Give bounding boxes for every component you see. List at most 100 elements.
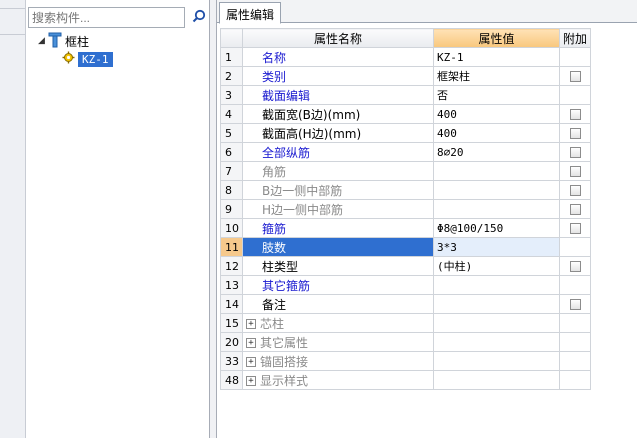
panel-splitter[interactable]	[210, 0, 217, 438]
property-row[interactable]: 12 柱类型 (中柱)	[220, 256, 592, 276]
extra-cell[interactable]	[558, 123, 592, 143]
property-row[interactable]: 33 + 锚固搭接	[220, 351, 592, 371]
property-row[interactable]: 20 + 其它属性	[220, 332, 592, 352]
property-name: 芯柱	[260, 316, 285, 331]
property-name-cell[interactable]: 截面宽(B边)(mm)	[242, 104, 434, 124]
property-row[interactable]: 7 角筋	[220, 161, 592, 181]
property-value-cell[interactable]: 否	[433, 85, 560, 105]
property-name-cell[interactable]: B边一侧中部筋	[242, 180, 434, 200]
extra-cell[interactable]	[558, 142, 592, 162]
property-value-cell[interactable]	[433, 351, 560, 371]
extra-checkbox[interactable]	[569, 261, 581, 272]
property-name-cell[interactable]: + 显示样式	[242, 370, 434, 390]
extra-checkbox[interactable]	[569, 109, 581, 120]
property-row[interactable]: 10 箍筋 Φ8@100/150	[220, 218, 592, 238]
expand-plus-icon[interactable]: +	[246, 319, 256, 329]
property-value-cell[interactable]	[433, 370, 560, 390]
property-value-cell[interactable]	[433, 332, 560, 352]
property-name-cell[interactable]: 角筋	[242, 161, 434, 181]
property-row[interactable]: 1 名称 KZ-1	[220, 47, 592, 67]
property-name: 其它箍筋	[262, 278, 311, 293]
extra-checkbox[interactable]	[569, 71, 581, 82]
property-name-cell[interactable]: 类别	[242, 66, 434, 86]
row-number: 11	[220, 237, 243, 257]
extra-checkbox[interactable]	[569, 299, 581, 310]
expand-plus-icon[interactable]: +	[246, 338, 256, 348]
property-name-cell[interactable]: 箍筋	[242, 218, 434, 238]
property-row[interactable]: 48 + 显示样式	[220, 370, 592, 390]
property-name: 柱类型	[262, 259, 299, 274]
property-row[interactable]: 4 截面宽(B边)(mm) 400	[220, 104, 592, 124]
collapse-arrow-icon[interactable]: ◢	[38, 36, 48, 46]
property-value-cell[interactable]: Φ8@100/150	[433, 218, 560, 238]
property-row[interactable]: 5 截面高(H边)(mm) 400	[220, 123, 592, 143]
row-number: 2	[220, 66, 243, 86]
property-value-cell[interactable]	[433, 199, 560, 219]
property-row[interactable]: 15 + 芯柱	[220, 313, 592, 333]
property-value-cell[interactable]: (中柱)	[433, 256, 560, 276]
property-value-cell[interactable]: 3*3	[433, 237, 560, 257]
left-toolbar-strip	[0, 0, 26, 438]
extra-cell[interactable]	[558, 256, 592, 276]
extra-cell[interactable]	[558, 294, 592, 314]
extra-cell[interactable]	[558, 161, 592, 181]
property-value-cell[interactable]: 框架柱	[433, 66, 560, 86]
search-icon	[192, 9, 206, 26]
property-name-cell[interactable]: 柱类型	[242, 256, 434, 276]
expand-plus-icon[interactable]: +	[246, 357, 256, 367]
property-name: 截面宽(B边)(mm)	[262, 107, 361, 122]
search-input[interactable]	[28, 7, 185, 28]
extra-cell[interactable]	[558, 218, 592, 238]
property-name-cell[interactable]: 截面编辑	[242, 85, 434, 105]
property-value-cell[interactable]: 8⌀20	[433, 142, 560, 162]
extra-cell	[558, 275, 592, 295]
extra-checkbox[interactable]	[569, 223, 581, 234]
property-name-cell[interactable]: 截面高(H边)(mm)	[242, 123, 434, 143]
search-button[interactable]	[189, 7, 209, 28]
extra-checkbox[interactable]	[569, 147, 581, 158]
property-name-cell[interactable]: H边一侧中部筋	[242, 199, 434, 219]
property-row[interactable]: 8 B边一侧中部筋	[220, 180, 592, 200]
property-row[interactable]: 14 备注	[220, 294, 592, 314]
property-value-cell[interactable]: KZ-1	[433, 47, 560, 67]
property-row[interactable]: 11 肢数 3*3	[220, 237, 592, 257]
extra-checkbox[interactable]	[569, 166, 581, 177]
property-name-cell[interactable]: 其它箍筋	[242, 275, 434, 295]
tree-node-label: KZ-1	[78, 51, 113, 67]
extra-cell[interactable]	[558, 66, 592, 86]
property-value-cell[interactable]	[433, 275, 560, 295]
property-value-cell[interactable]: 400	[433, 123, 560, 143]
extra-cell	[558, 370, 592, 390]
property-name-cell[interactable]: 肢数	[242, 237, 434, 257]
property-value-cell[interactable]	[433, 294, 560, 314]
extra-checkbox[interactable]	[569, 204, 581, 215]
tree-node-frame-column[interactable]: ◢ 框柱	[38, 32, 89, 50]
extra-cell	[558, 332, 592, 352]
property-name-cell[interactable]: + 芯柱	[242, 313, 434, 333]
property-name: 箍筋	[262, 221, 287, 236]
extra-cell[interactable]	[558, 180, 592, 200]
property-name-cell[interactable]: + 锚固搭接	[242, 351, 434, 371]
property-value-cell[interactable]	[433, 313, 560, 333]
expand-plus-icon[interactable]: +	[246, 376, 256, 386]
extra-cell[interactable]	[558, 199, 592, 219]
extra-cell[interactable]	[558, 104, 592, 124]
property-row[interactable]: 3 截面编辑 否	[220, 85, 592, 105]
property-value-cell[interactable]	[433, 180, 560, 200]
property-grid: 属性名称 属性值 附加 1 名称 KZ-1 2 类别 框架柱 3 截面编辑 否 4 截面宽(B边)(…	[220, 28, 592, 390]
property-name-cell[interactable]: 名称	[242, 47, 434, 67]
tree-node-kz1[interactable]: KZ-1	[62, 50, 113, 68]
property-row[interactable]: 13 其它箍筋	[220, 275, 592, 295]
property-name-cell[interactable]: 全部纵筋	[242, 142, 434, 162]
property-row[interactable]: 6 全部纵筋 8⌀20	[220, 142, 592, 162]
property-row[interactable]: 9 H边一侧中部筋	[220, 199, 592, 219]
property-value-cell[interactable]	[433, 161, 560, 181]
property-name-cell[interactable]: + 其它属性	[242, 332, 434, 352]
row-number: 4	[220, 104, 243, 124]
extra-checkbox[interactable]	[569, 128, 581, 139]
property-row[interactable]: 2 类别 框架柱	[220, 66, 592, 86]
extra-checkbox[interactable]	[569, 185, 581, 196]
property-value-cell[interactable]: 400	[433, 104, 560, 124]
property-name-cell[interactable]: 备注	[242, 294, 434, 314]
tab-property-editor[interactable]: 属性编辑	[219, 2, 282, 24]
